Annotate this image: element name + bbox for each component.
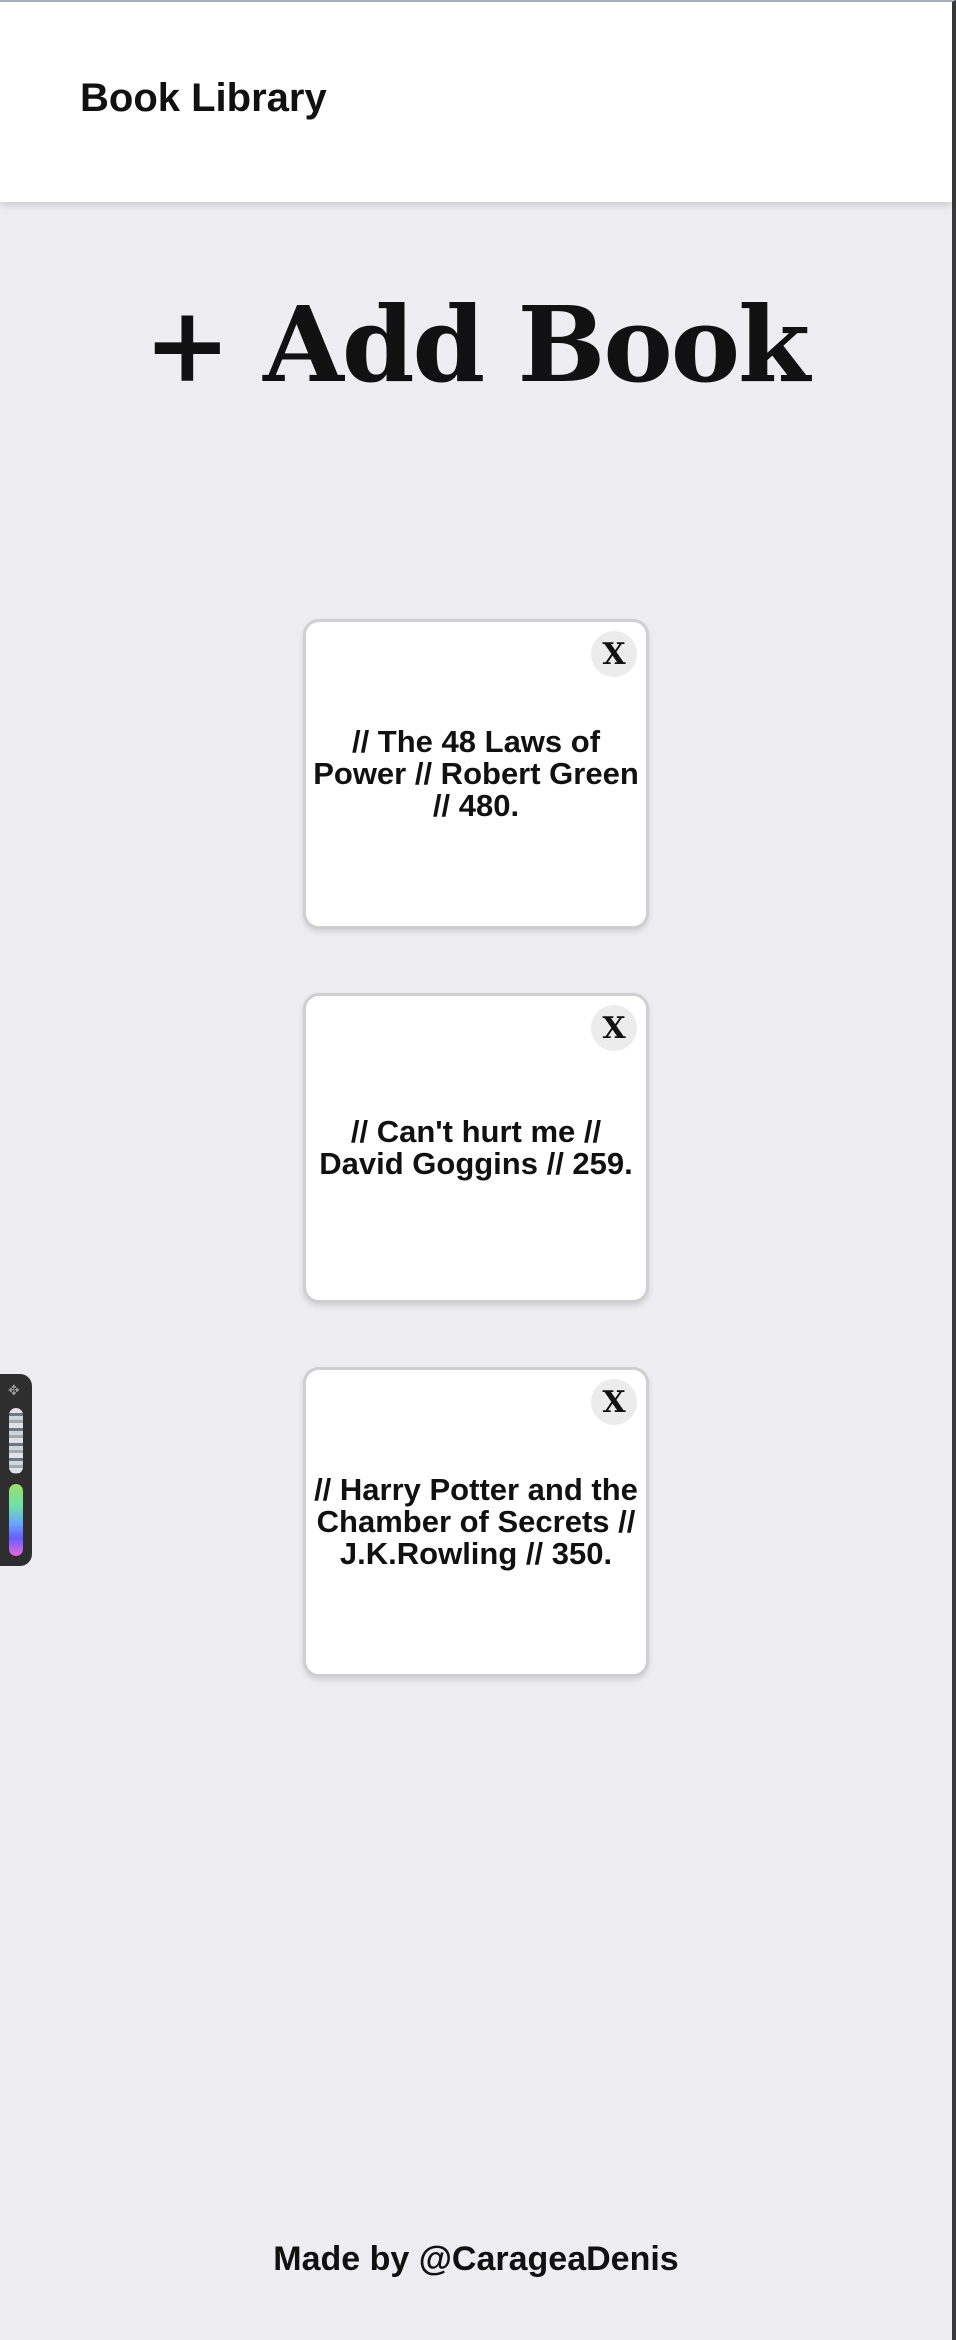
- book-info: // Harry Potter and the Chamber of Secre…: [314, 1472, 638, 1571]
- book-info: // Can't hurt me // David Goggins // 259…: [319, 1114, 633, 1181]
- book-card: X // Harry Potter and the Chamber of Sec…: [303, 1367, 649, 1677]
- remove-book-button[interactable]: X: [591, 631, 637, 677]
- palette-colors-swatch[interactable]: [9, 1484, 23, 1556]
- remove-book-button[interactable]: X: [591, 1379, 637, 1425]
- book-info: // The 48 Laws of Power // Robert Green …: [313, 724, 639, 823]
- app-title: Book Library: [80, 76, 327, 120]
- palette-stripes-swatch[interactable]: [9, 1408, 23, 1474]
- book-list: X // The 48 Laws of Power // Robert Gree…: [303, 619, 649, 1741]
- book-card: X // Can't hurt me // David Goggins // 2…: [303, 993, 649, 1303]
- book-card: X // The 48 Laws of Power // Robert Gree…: [303, 619, 649, 929]
- footer-credit: Made by @CarageaDenis: [273, 2240, 679, 2278]
- drag-handle-icon[interactable]: ✥: [8, 1382, 20, 1399]
- remove-book-button[interactable]: X: [591, 1005, 637, 1051]
- app-header: Book Library: [0, 2, 952, 202]
- side-toolbar-widget[interactable]: ✥: [0, 1374, 32, 1566]
- add-book-button[interactable]: + Add Book: [0, 280, 952, 410]
